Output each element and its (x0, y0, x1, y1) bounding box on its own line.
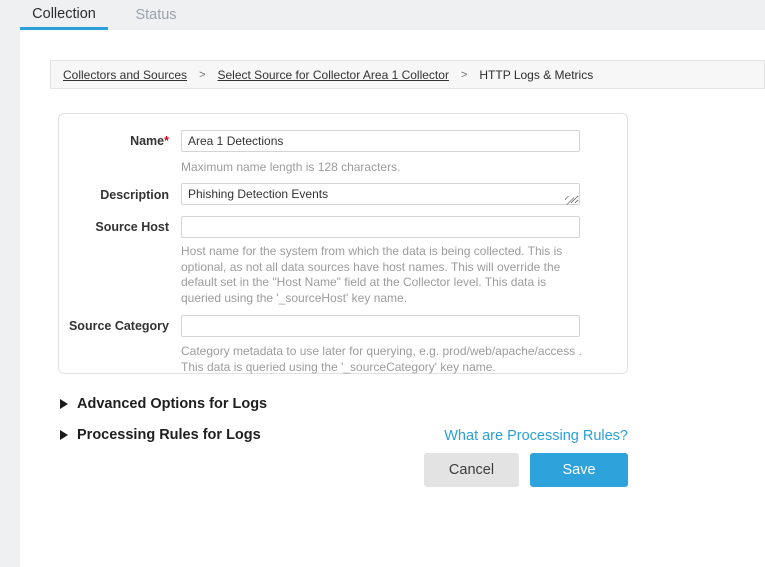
breadcrumb-separator: > (461, 69, 467, 81)
description-label: Description (59, 188, 169, 202)
breadcrumb: Collectors and Sources > Select Source f… (50, 60, 765, 89)
source-category-label: Source Category (59, 319, 169, 333)
advanced-options-section-toggle[interactable]: Advanced Options for Logs (60, 396, 267, 412)
required-asterisk: * (164, 134, 169, 148)
source-host-helper-text: Host name for the system from which the … (181, 244, 585, 306)
breadcrumb-current-page: HTTP Logs & Metrics (479, 68, 593, 82)
name-input[interactable] (181, 130, 580, 152)
breadcrumb-separator: > (199, 69, 205, 81)
processing-rules-section-toggle[interactable]: Processing Rules for Logs (60, 427, 261, 443)
name-helper-text: Maximum name length is 128 characters. (181, 160, 585, 176)
main-panel: Collectors and Sources > Select Source f… (20, 30, 765, 567)
description-textarea[interactable]: Phishing Detection Events (181, 183, 580, 205)
triangle-right-icon (60, 399, 68, 409)
processing-rules-title: Processing Rules for Logs (77, 427, 261, 443)
save-button[interactable]: Save (530, 453, 628, 487)
name-label-text: Name (130, 134, 164, 148)
source-category-helper-text: Category metadata to use later for query… (181, 344, 585, 375)
breadcrumb-select-source[interactable]: Select Source for Collector Area 1 Colle… (218, 68, 449, 82)
breadcrumb-collectors-and-sources[interactable]: Collectors and Sources (63, 68, 187, 82)
source-host-input[interactable] (181, 216, 580, 238)
tab-collection[interactable]: Collection (20, 0, 108, 30)
source-config-form: Name* Maximum name length is 128 charact… (58, 113, 628, 374)
triangle-right-icon (60, 430, 68, 440)
source-category-input[interactable] (181, 315, 580, 337)
name-label: Name* (59, 134, 169, 148)
cancel-button[interactable]: Cancel (424, 453, 519, 487)
tab-bar: Collection Status (0, 0, 765, 30)
what-are-processing-rules-link[interactable]: What are Processing Rules? (444, 428, 628, 444)
advanced-options-title: Advanced Options for Logs (77, 396, 267, 412)
source-host-label: Source Host (59, 220, 169, 234)
tab-status[interactable]: Status (118, 0, 194, 30)
